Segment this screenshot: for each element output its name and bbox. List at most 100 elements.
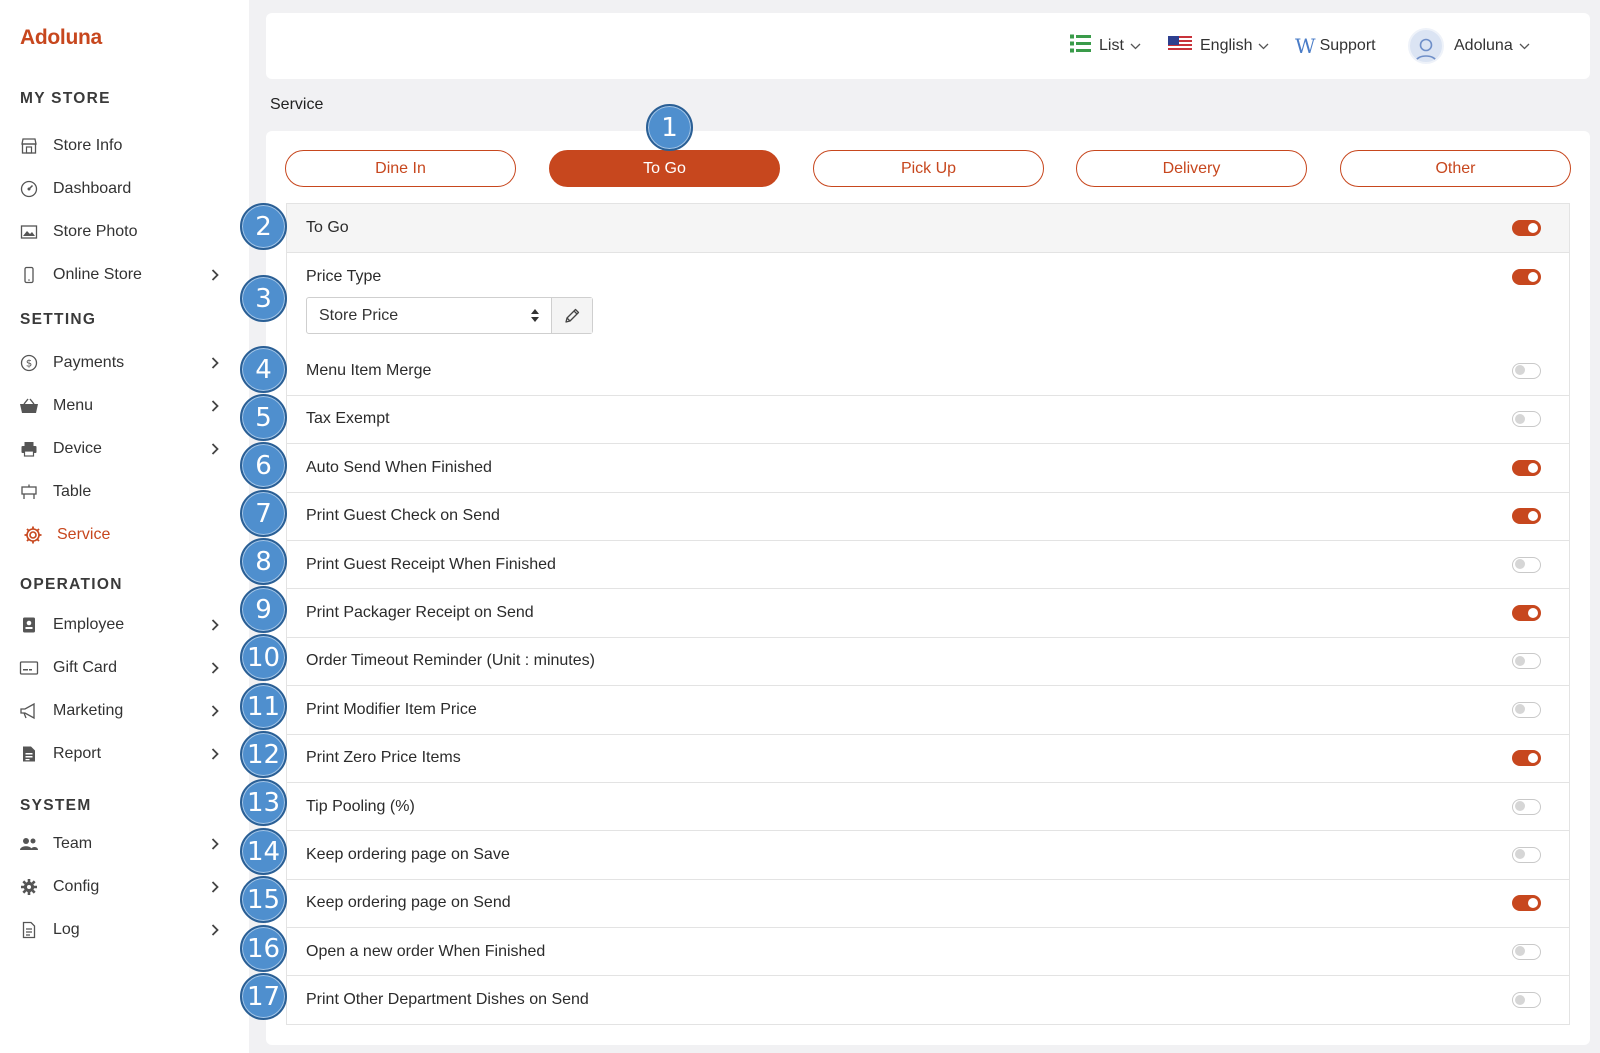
price-type-label: Price Type — [306, 268, 382, 286]
section-title-my-store: MY STORE — [20, 90, 111, 107]
setting-row: Print Guest Check on Send — [287, 491, 1569, 540]
support-logo-icon: W — [1295, 34, 1316, 58]
view-mode-dropdown[interactable]: List — [1070, 13, 1141, 79]
chevron-right-icon — [209, 838, 221, 850]
setting-label: Print Packager Receipt on Send — [306, 604, 534, 622]
section-title-system: SYSTEM — [20, 797, 92, 814]
user-menu[interactable]: Adoluna — [1408, 13, 1530, 79]
sidebar-item-marketing[interactable]: Marketing — [0, 693, 249, 729]
sidebar-item-label: Log — [53, 921, 80, 938]
setting-label: Print Other Department Dishes on Send — [306, 991, 589, 1009]
setting-toggle[interactable] — [1512, 701, 1541, 718]
tab-delivery[interactable]: Delivery — [1076, 150, 1307, 187]
sidebar-item-store-photo[interactable]: Store Photo — [0, 214, 249, 250]
chevron-down-icon — [1130, 41, 1141, 52]
annotation-badge: 17 — [240, 973, 287, 1020]
setting-toggle[interactable] — [1512, 750, 1541, 767]
sort-arrows-icon — [531, 309, 540, 323]
setting-row: Print Guest Receipt When Finished — [287, 539, 1569, 588]
giftcard-icon — [19, 658, 39, 678]
setting-toggle[interactable] — [1512, 605, 1541, 622]
setting-row: Auto Send When Finished — [287, 443, 1569, 491]
sidebar-item-table[interactable]: Table — [0, 474, 249, 510]
sidebar-item-store-info[interactable]: Store Info — [0, 128, 249, 164]
setting-toggle[interactable] — [1512, 992, 1541, 1009]
sidebar-item-report[interactable]: Report — [0, 736, 249, 772]
language-dropdown[interactable]: English — [1168, 13, 1269, 79]
sidebar-item-team[interactable]: Team — [0, 826, 249, 862]
sidebar-item-menu[interactable]: Menu — [0, 388, 249, 424]
dashboard-icon — [19, 179, 39, 199]
sidebar-item-label: Team — [53, 835, 93, 852]
annotation-badge: 2 — [240, 203, 287, 250]
tab-other[interactable]: Other — [1340, 150, 1571, 187]
sidebar-item-service[interactable]: Service — [0, 517, 249, 553]
megaphone-icon — [19, 701, 39, 721]
setting-row: Menu Item Merge — [287, 346, 1569, 394]
setting-toggle[interactable] — [1512, 411, 1541, 428]
price-type-toggle[interactable] — [1512, 269, 1541, 286]
view-mode-label: List — [1099, 37, 1124, 54]
setting-toggle[interactable] — [1512, 653, 1541, 670]
service-gear-icon — [23, 525, 43, 545]
sidebar-item-payments[interactable]: $ Payments — [0, 345, 249, 381]
to-go-toggle[interactable] — [1512, 220, 1541, 237]
annotation-badge: 11 — [240, 683, 287, 730]
annotation-badge: 4 — [240, 346, 287, 393]
setting-toggle[interactable] — [1512, 943, 1541, 960]
chevron-right-icon — [209, 269, 221, 281]
sidebar-item-device[interactable]: Device — [0, 431, 249, 467]
config-gear-icon — [19, 877, 39, 897]
sidebar-item-config[interactable]: Config — [0, 869, 249, 905]
price-type-row: Price Type Store Price — [287, 252, 1569, 346]
setting-toggle[interactable] — [1512, 556, 1541, 573]
setting-label: Print Guest Check on Send — [306, 507, 500, 525]
sidebar-item-label: Service — [57, 526, 111, 543]
setting-label: Menu Item Merge — [306, 361, 432, 379]
annotation-badge: 3 — [240, 275, 287, 322]
setting-label: Auto Send When Finished — [306, 458, 492, 476]
sidebar-item-log[interactable]: Log — [0, 912, 249, 948]
printer-icon — [19, 439, 39, 459]
setting-toggle[interactable] — [1512, 459, 1541, 476]
sidebar-item-gift-card[interactable]: Gift Card — [0, 650, 249, 686]
annotation-badge: 6 — [240, 442, 287, 489]
sidebar-item-label: Config — [53, 878, 100, 895]
annotation-badge: 9 — [240, 586, 287, 633]
setting-label: Print Guest Receipt When Finished — [306, 555, 556, 573]
sidebar-item-dashboard[interactable]: Dashboard — [0, 171, 249, 207]
support-label: Support — [1319, 37, 1376, 54]
setting-label: Print Modifier Item Price — [306, 700, 477, 718]
tab-to-go[interactable]: To Go — [549, 150, 780, 187]
setting-toggle[interactable] — [1512, 798, 1541, 815]
chevron-down-icon — [1258, 41, 1269, 52]
sidebar-item-label: Device — [53, 440, 102, 457]
annotation-badge: 5 — [240, 394, 287, 441]
sidebar-item-online-store[interactable]: Online Store — [0, 257, 249, 293]
tab-pick-up[interactable]: Pick Up — [813, 150, 1044, 187]
annotation-badge: 14 — [240, 828, 287, 875]
setting-label: Keep ordering page on Send — [306, 894, 511, 912]
setting-row: Open a new order When Finished — [287, 927, 1569, 975]
chevron-right-icon — [209, 443, 221, 455]
log-icon — [19, 920, 39, 940]
chevron-right-icon — [209, 400, 221, 412]
setting-label: Print Zero Price Items — [306, 749, 461, 767]
app-logo[interactable]: Adoluna — [20, 26, 102, 50]
badge-icon — [19, 615, 39, 635]
sidebar-item-employee[interactable]: Employee — [0, 607, 249, 643]
sidebar-item-label: Store Photo — [53, 223, 138, 240]
support-link[interactable]: W Support — [1295, 13, 1376, 79]
sidebar-item-label: Menu — [53, 397, 94, 414]
tab-dine-in[interactable]: Dine In — [285, 150, 516, 187]
basket-icon — [19, 396, 39, 416]
price-type-select[interactable]: Store Price — [307, 298, 551, 333]
setting-toggle[interactable] — [1512, 362, 1541, 379]
setting-toggle[interactable] — [1512, 895, 1541, 912]
setting-toggle[interactable] — [1512, 846, 1541, 863]
setting-row: Print Other Department Dishes on Send — [287, 975, 1569, 1023]
chevron-right-icon — [209, 748, 221, 760]
setting-toggle[interactable] — [1512, 508, 1541, 525]
page-title: Service — [270, 96, 324, 113]
edit-price-type-button[interactable] — [551, 298, 592, 334]
